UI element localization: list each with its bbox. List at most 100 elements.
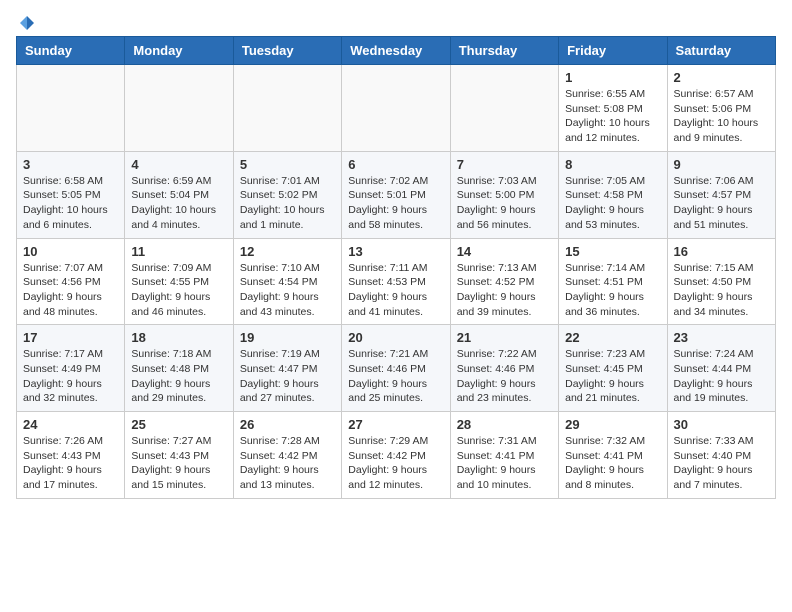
weekday-header-tuesday: Tuesday [233,37,341,65]
day-number: 12 [240,244,335,259]
day-info: Sunrise: 7:05 AM Sunset: 4:58 PM Dayligh… [565,174,660,233]
day-cell: 12 Sunrise: 7:10 AM Sunset: 4:54 PM Dayli… [233,238,341,325]
day-number: 1 [565,70,660,85]
day-number: 28 [457,417,552,432]
day-info: Sunrise: 7:01 AM Sunset: 5:02 PM Dayligh… [240,174,335,233]
day-number: 2 [674,70,769,85]
day-cell: 24 Sunrise: 7:26 AM Sunset: 4:43 PM Dayli… [17,412,125,499]
day-cell: 28 Sunrise: 7:31 AM Sunset: 4:41 PM Dayli… [450,412,558,499]
day-cell: 20Sunrise: 7:21 AM Sunset: 4:46 PM Dayli… [342,325,450,412]
day-cell: 5 Sunrise: 7:01 AM Sunset: 5:02 PM Daylig… [233,151,341,238]
day-cell: 8 Sunrise: 7:05 AM Sunset: 4:58 PM Daylig… [559,151,667,238]
day-number: 22 [565,330,660,345]
day-cell: 18Sunrise: 7:18 AM Sunset: 4:48 PM Dayli… [125,325,233,412]
day-info: Sunrise: 7:17 AM Sunset: 4:49 PM Dayligh… [23,347,118,406]
day-info: Sunrise: 7:24 AM Sunset: 4:44 PM Dayligh… [674,347,769,406]
calendar: SundayMondayTuesdayWednesdayThursdayFrid… [16,36,776,499]
day-cell: 2 Sunrise: 6:57 AM Sunset: 5:06 PM Daylig… [667,65,775,152]
day-number: 15 [565,244,660,259]
day-cell: 15 Sunrise: 7:14 AM Sunset: 4:51 PM Dayli… [559,238,667,325]
day-info: Sunrise: 7:11 AM Sunset: 4:53 PM Dayligh… [348,261,443,320]
day-info: Sunrise: 7:03 AM Sunset: 5:00 PM Dayligh… [457,174,552,233]
day-cell: 13 Sunrise: 7:11 AM Sunset: 4:53 PM Dayli… [342,238,450,325]
day-cell: 26 Sunrise: 7:28 AM Sunset: 4:42 PM Dayli… [233,412,341,499]
day-number: 30 [674,417,769,432]
day-info: Sunrise: 7:07 AM Sunset: 4:56 PM Dayligh… [23,261,118,320]
day-info: Sunrise: 7:18 AM Sunset: 4:48 PM Dayligh… [131,347,226,406]
logo-icon [18,14,36,32]
day-cell: 17 Sunrise: 7:17 AM Sunset: 4:49 PM Dayli… [17,325,125,412]
day-cell: 4Sunrise: 6:59 AM Sunset: 5:04 PM Daylig… [125,151,233,238]
day-number: 11 [131,244,226,259]
weekday-header-saturday: Saturday [667,37,775,65]
day-number: 24 [23,417,118,432]
day-number: 9 [674,157,769,172]
day-number: 25 [131,417,226,432]
day-cell: 30 Sunrise: 7:33 AM Sunset: 4:40 PM Dayli… [667,412,775,499]
day-number: 8 [565,157,660,172]
weekday-header-monday: Monday [125,37,233,65]
day-info: Sunrise: 7:29 AM Sunset: 4:42 PM Dayligh… [348,434,443,493]
day-info: Sunrise: 7:10 AM Sunset: 4:54 PM Dayligh… [240,261,335,320]
day-cell: 7 Sunrise: 7:03 AM Sunset: 5:00 PM Daylig… [450,151,558,238]
day-cell [450,65,558,152]
day-info: Sunrise: 7:13 AM Sunset: 4:52 PM Dayligh… [457,261,552,320]
day-cell: 3 Sunrise: 6:58 AM Sunset: 5:05 PM Daylig… [17,151,125,238]
weekday-header-wednesday: Wednesday [342,37,450,65]
day-number: 29 [565,417,660,432]
week-row-2: 3 Sunrise: 6:58 AM Sunset: 5:05 PM Daylig… [17,151,776,238]
day-number: 16 [674,244,769,259]
day-number: 27 [348,417,443,432]
day-cell: 1Sunrise: 6:55 AM Sunset: 5:08 PM Daylig… [559,65,667,152]
weekday-header-sunday: Sunday [17,37,125,65]
day-number: 19 [240,330,335,345]
day-number: 23 [674,330,769,345]
week-row-3: 10 Sunrise: 7:07 AM Sunset: 4:56 PM Dayli… [17,238,776,325]
weekday-header-thursday: Thursday [450,37,558,65]
day-info: Sunrise: 6:57 AM Sunset: 5:06 PM Dayligh… [674,87,769,146]
week-row-4: 17 Sunrise: 7:17 AM Sunset: 4:49 PM Dayli… [17,325,776,412]
day-info: Sunrise: 7:21 AM Sunset: 4:46 PM Dayligh… [348,347,443,406]
day-cell [17,65,125,152]
day-number: 21 [457,330,552,345]
day-cell: 9 Sunrise: 7:06 AM Sunset: 4:57 PM Daylig… [667,151,775,238]
day-cell [342,65,450,152]
day-number: 10 [23,244,118,259]
day-number: 26 [240,417,335,432]
day-cell [233,65,341,152]
day-info: Sunrise: 7:02 AM Sunset: 5:01 PM Dayligh… [348,174,443,233]
weekday-header-friday: Friday [559,37,667,65]
day-info: Sunrise: 7:32 AM Sunset: 4:41 PM Dayligh… [565,434,660,493]
day-info: Sunrise: 6:59 AM Sunset: 5:04 PM Dayligh… [131,174,226,233]
day-info: Sunrise: 7:09 AM Sunset: 4:55 PM Dayligh… [131,261,226,320]
day-info: Sunrise: 7:27 AM Sunset: 4:43 PM Dayligh… [131,434,226,493]
day-info: Sunrise: 6:58 AM Sunset: 5:05 PM Dayligh… [23,174,118,233]
day-number: 17 [23,330,118,345]
day-info: Sunrise: 7:31 AM Sunset: 4:41 PM Dayligh… [457,434,552,493]
day-number: 3 [23,157,118,172]
day-info: Sunrise: 7:23 AM Sunset: 4:45 PM Dayligh… [565,347,660,406]
day-cell: 27 Sunrise: 7:29 AM Sunset: 4:42 PM Dayli… [342,412,450,499]
day-info: Sunrise: 7:26 AM Sunset: 4:43 PM Dayligh… [23,434,118,493]
week-row-5: 24 Sunrise: 7:26 AM Sunset: 4:43 PM Dayli… [17,412,776,499]
header [16,16,776,28]
day-cell: 19 Sunrise: 7:19 AM Sunset: 4:47 PM Dayli… [233,325,341,412]
day-cell: 21 Sunrise: 7:22 AM Sunset: 4:46 PM Dayli… [450,325,558,412]
day-info: Sunrise: 7:22 AM Sunset: 4:46 PM Dayligh… [457,347,552,406]
day-cell: 23 Sunrise: 7:24 AM Sunset: 4:44 PM Dayli… [667,325,775,412]
day-info: Sunrise: 7:19 AM Sunset: 4:47 PM Dayligh… [240,347,335,406]
day-info: Sunrise: 7:28 AM Sunset: 4:42 PM Dayligh… [240,434,335,493]
day-cell: 16 Sunrise: 7:15 AM Sunset: 4:50 PM Dayli… [667,238,775,325]
day-info: Sunrise: 7:33 AM Sunset: 4:40 PM Dayligh… [674,434,769,493]
week-row-1: 1Sunrise: 6:55 AM Sunset: 5:08 PM Daylig… [17,65,776,152]
day-number: 5 [240,157,335,172]
day-number: 13 [348,244,443,259]
day-number: 6 [348,157,443,172]
day-cell: 10 Sunrise: 7:07 AM Sunset: 4:56 PM Dayli… [17,238,125,325]
day-cell: 22 Sunrise: 7:23 AM Sunset: 4:45 PM Dayli… [559,325,667,412]
day-cell: 25 Sunrise: 7:27 AM Sunset: 4:43 PM Dayli… [125,412,233,499]
day-info: Sunrise: 7:06 AM Sunset: 4:57 PM Dayligh… [674,174,769,233]
day-number: 7 [457,157,552,172]
day-info: Sunrise: 7:15 AM Sunset: 4:50 PM Dayligh… [674,261,769,320]
day-info: Sunrise: 7:14 AM Sunset: 4:51 PM Dayligh… [565,261,660,320]
